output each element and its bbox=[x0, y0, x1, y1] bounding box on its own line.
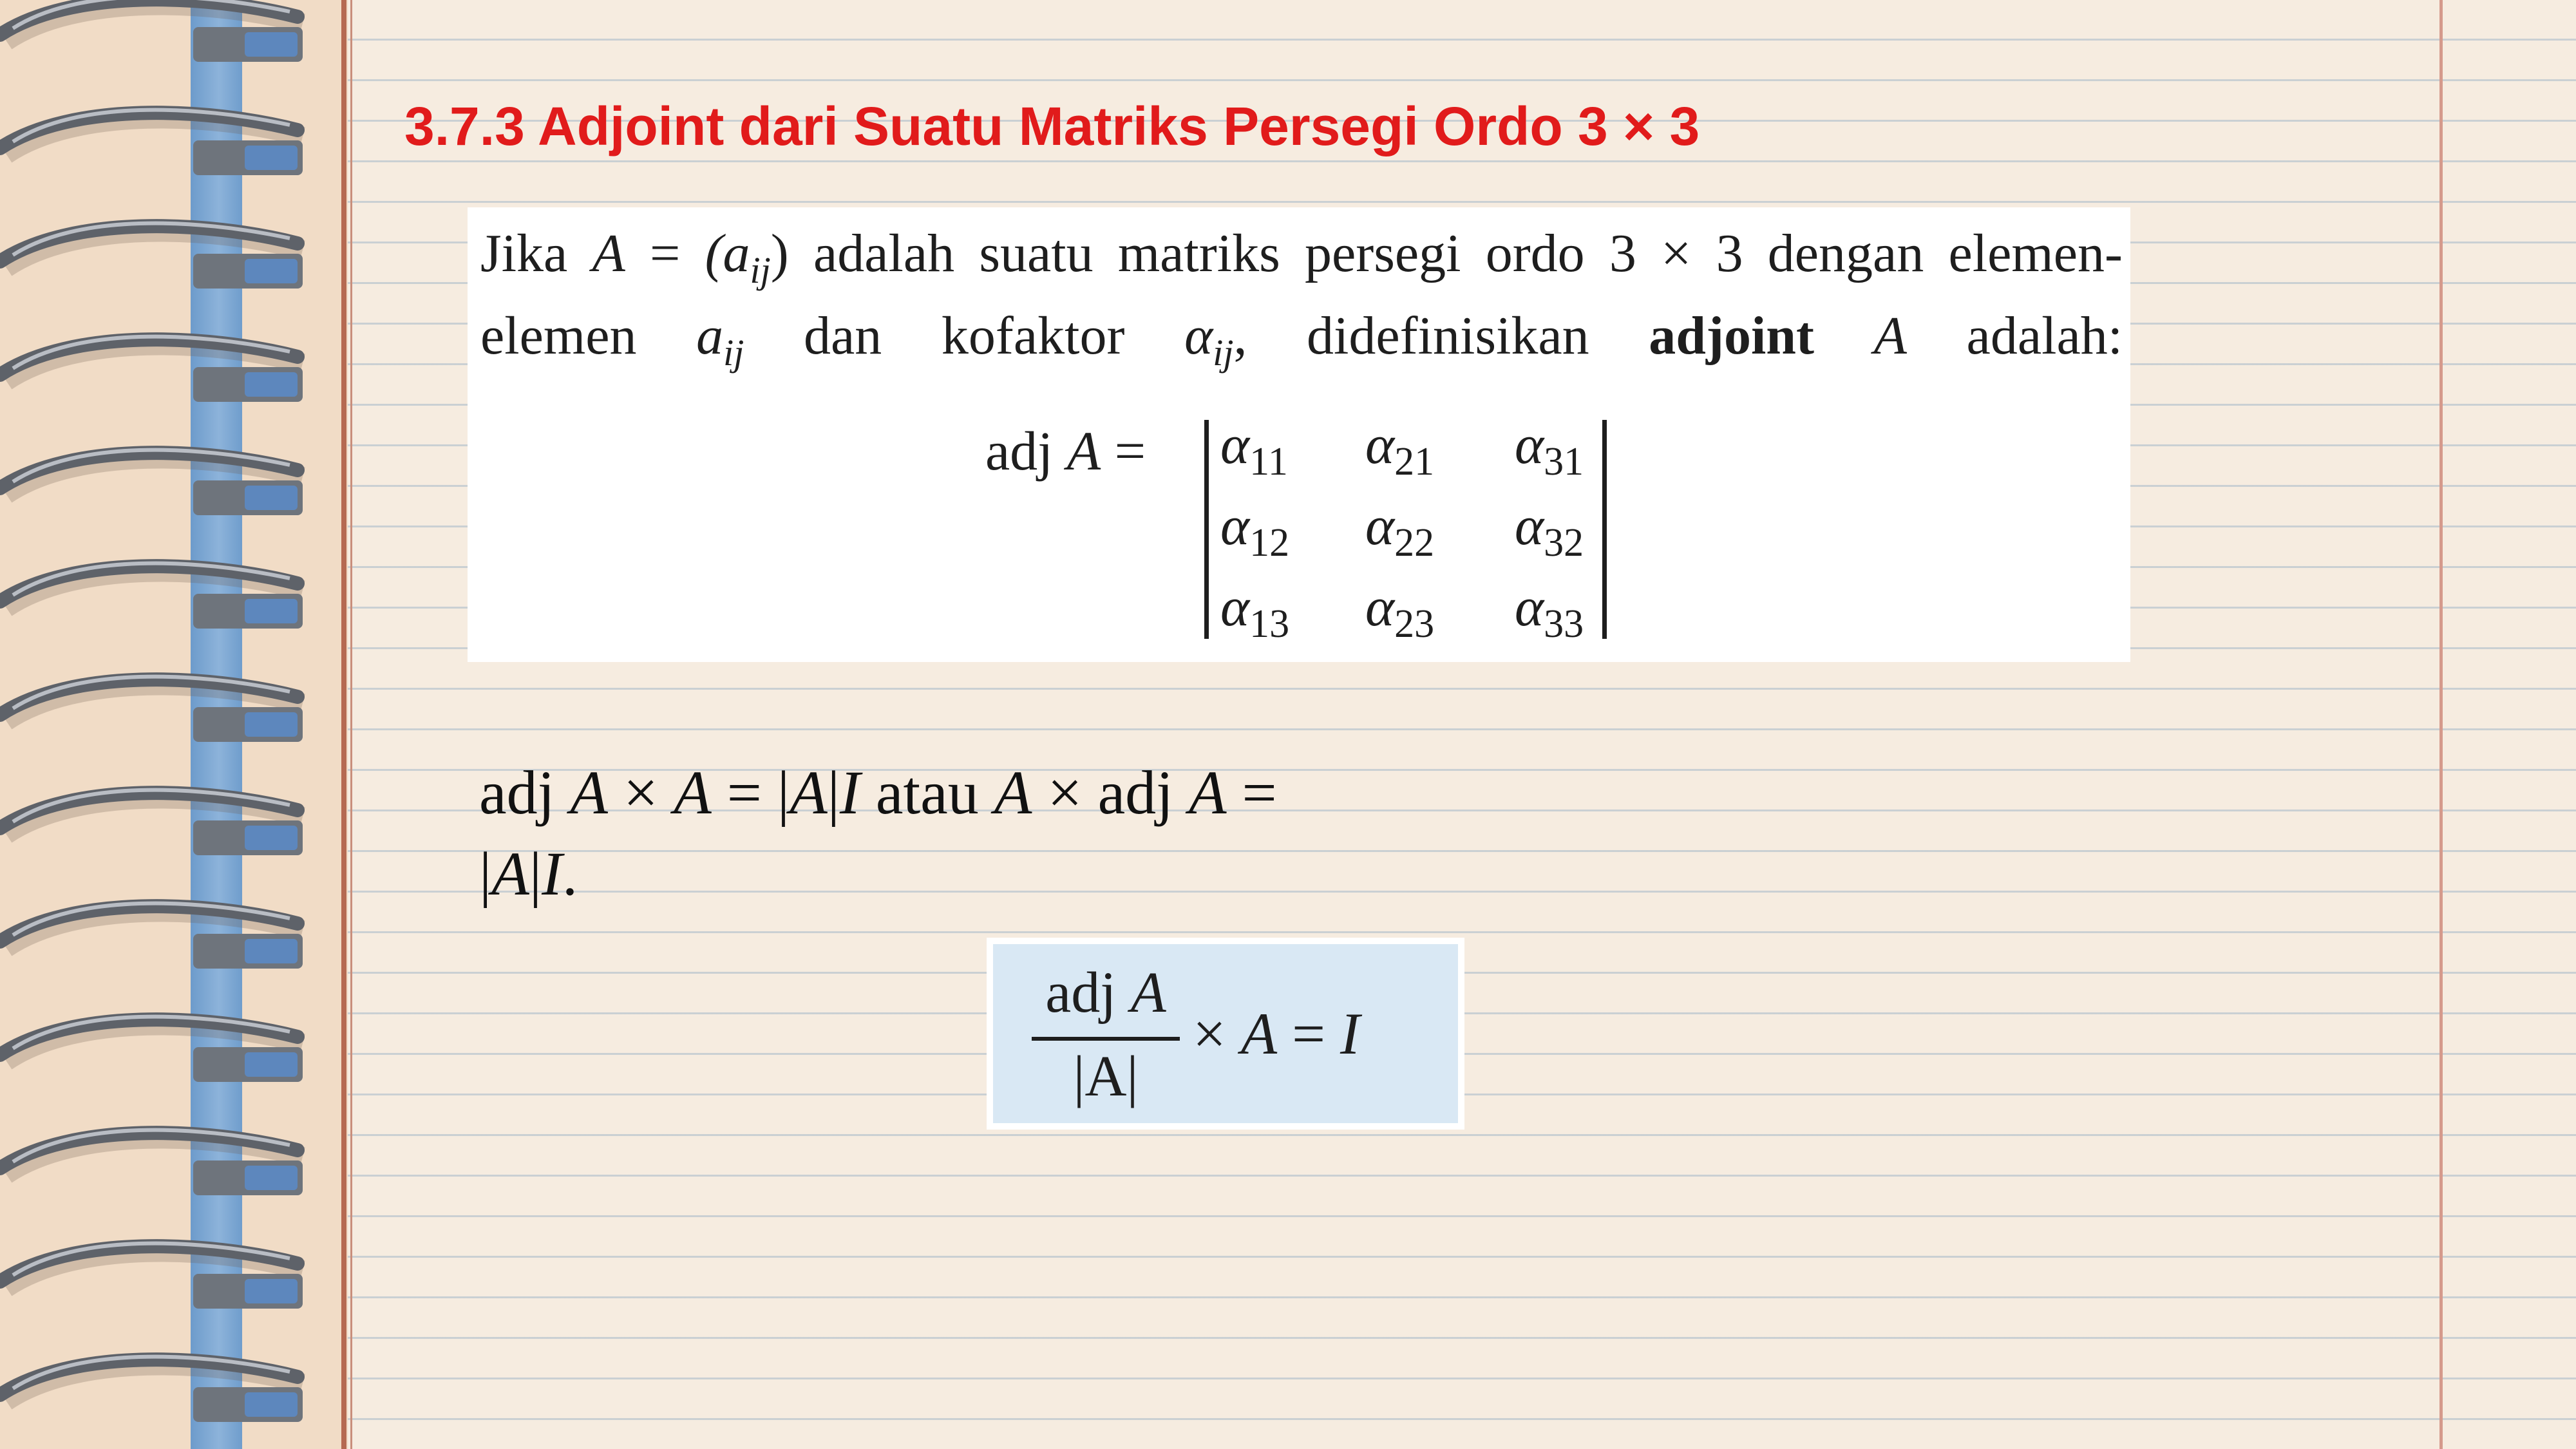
cofactor-alpha: α bbox=[1365, 413, 1395, 475]
cofactor-index: 22 bbox=[1394, 521, 1435, 565]
spiral-ring bbox=[0, 672, 305, 742]
prop-period: . bbox=[562, 839, 578, 908]
def-element-sub: ij bbox=[723, 331, 744, 374]
matrix-cell: α21 bbox=[1365, 412, 1434, 482]
spiral-ring bbox=[0, 559, 305, 629]
spiral-ring bbox=[0, 786, 305, 855]
cofactor-index: 31 bbox=[1544, 440, 1584, 484]
cofactor-index: 13 bbox=[1249, 602, 1290, 647]
prop-bar: | bbox=[827, 758, 840, 827]
def-line2-comma: , didefinisikan bbox=[1233, 306, 1589, 366]
matrix-right-bar bbox=[1602, 420, 1607, 639]
prop-a: A bbox=[790, 758, 828, 827]
cofactor-alpha: α bbox=[1220, 413, 1250, 475]
prop-a: A bbox=[994, 758, 1032, 827]
cofactor-alpha: α bbox=[1220, 495, 1250, 556]
matrix-cell: α12 bbox=[1220, 493, 1289, 563]
prop-i: I bbox=[839, 758, 860, 827]
num-adj: adj bbox=[1045, 961, 1117, 1025]
prop-bar: | bbox=[479, 839, 492, 908]
cofactor-alpha: α bbox=[1365, 495, 1395, 556]
prop-adj: adj bbox=[479, 758, 555, 827]
spiral-ring bbox=[0, 899, 305, 969]
cofactor-index: 33 bbox=[1544, 602, 1584, 647]
matrix-cell: α31 bbox=[1515, 412, 1584, 482]
spiral-ring bbox=[0, 0, 305, 62]
def-line2-mid: dan kofaktor bbox=[804, 306, 1125, 366]
definition-text: Jika A = (aij) adalah suatu matriks pers… bbox=[480, 213, 2123, 377]
matrix-cell: α33 bbox=[1515, 574, 1584, 644]
adj-label: adj bbox=[985, 420, 1054, 482]
prop-bar: | bbox=[529, 839, 542, 908]
spiral-ring bbox=[0, 1126, 305, 1195]
cofactor-alpha: α bbox=[1220, 576, 1250, 638]
right-margin-line bbox=[2439, 0, 2443, 1449]
spiral-ring bbox=[0, 106, 305, 175]
prop-a: A bbox=[491, 839, 529, 908]
cofactor-index: 32 bbox=[1544, 521, 1584, 565]
spiral-ring bbox=[0, 1012, 305, 1082]
def-close-paren: ) bbox=[770, 223, 789, 283]
cofactor-alpha: α bbox=[1515, 576, 1544, 638]
def-subscript-ij: ij bbox=[750, 249, 771, 291]
def-line2-end: adalah: bbox=[1966, 306, 2123, 366]
matrix-cell: α23 bbox=[1365, 574, 1434, 644]
spiral-ring bbox=[0, 446, 305, 515]
spiral-ring bbox=[0, 1239, 305, 1309]
prop-times-adj: × adj bbox=[1047, 758, 1173, 827]
adj-a-equation-label: adj A = bbox=[985, 419, 1146, 483]
formula-times: × bbox=[1193, 1001, 1226, 1066]
prop-a: A bbox=[1188, 758, 1227, 827]
formula-equals: = bbox=[1292, 1001, 1325, 1066]
def-line1-rest: adalah suatu matriks persegi ordo 3 × 3 … bbox=[813, 223, 1924, 283]
matrix-left-bar bbox=[1204, 420, 1209, 639]
def-adjoint-bold: adjoint bbox=[1649, 306, 1814, 366]
adj-equals: = bbox=[1114, 420, 1146, 482]
cofactor-alpha: α bbox=[1515, 413, 1544, 475]
def-line2-a: A bbox=[1873, 306, 1907, 366]
formula-a: A bbox=[1240, 1001, 1278, 1066]
def-element-a: a bbox=[696, 306, 724, 366]
prop-equals-bar: = | bbox=[726, 758, 790, 827]
adj-a: A bbox=[1066, 420, 1101, 482]
prop-i: I bbox=[542, 839, 563, 908]
cofactor-index: 21 bbox=[1394, 440, 1435, 484]
fraction-denominator: |A| bbox=[1073, 1045, 1139, 1108]
margin-red-line-thin bbox=[350, 0, 352, 1449]
prop-times: × bbox=[623, 758, 659, 827]
fraction-numerator: adj A bbox=[1032, 960, 1180, 1026]
spiral-ring bbox=[0, 1352, 305, 1422]
def-open-aij: (a bbox=[705, 223, 750, 283]
prop-atau: atau bbox=[875, 758, 979, 827]
def-var-a: A bbox=[592, 223, 625, 283]
prop-a: A bbox=[570, 758, 608, 827]
cofactor-alpha: α bbox=[1515, 495, 1544, 556]
def-alpha-sub: ij bbox=[1213, 331, 1234, 374]
cofactor-index: 11 bbox=[1249, 440, 1288, 484]
matrix-cell: α11 bbox=[1220, 412, 1288, 482]
matrix-cell: α13 bbox=[1220, 574, 1289, 644]
cofactor-alpha: α bbox=[1365, 576, 1395, 638]
def-alpha: α bbox=[1184, 306, 1213, 366]
matrix-cell: α22 bbox=[1365, 493, 1434, 563]
spiral-ring bbox=[0, 332, 305, 402]
cofactor-index: 23 bbox=[1394, 602, 1435, 647]
formula-rest: × A = I bbox=[1193, 999, 1360, 1068]
property-statement: adj A × A = |A|I atau A × adj A = |A|I. bbox=[479, 752, 1458, 914]
cofactor-index: 12 bbox=[1249, 521, 1290, 565]
def-equals: = bbox=[650, 223, 681, 283]
prop-equals: = bbox=[1242, 758, 1277, 827]
spiral-rings-graphic bbox=[0, 0, 305, 1422]
section-title: 3.7.3 Adjoint dari Suatu Matriks Persegi… bbox=[404, 96, 1700, 156]
prop-a: A bbox=[674, 758, 712, 827]
formula-i: I bbox=[1340, 1001, 1360, 1066]
spiral-ring bbox=[0, 219, 305, 289]
num-a: A bbox=[1130, 961, 1166, 1025]
def-word-jika: Jika bbox=[480, 223, 568, 283]
fraction-bar bbox=[1032, 1037, 1180, 1041]
matrix-cell: α32 bbox=[1515, 493, 1584, 563]
